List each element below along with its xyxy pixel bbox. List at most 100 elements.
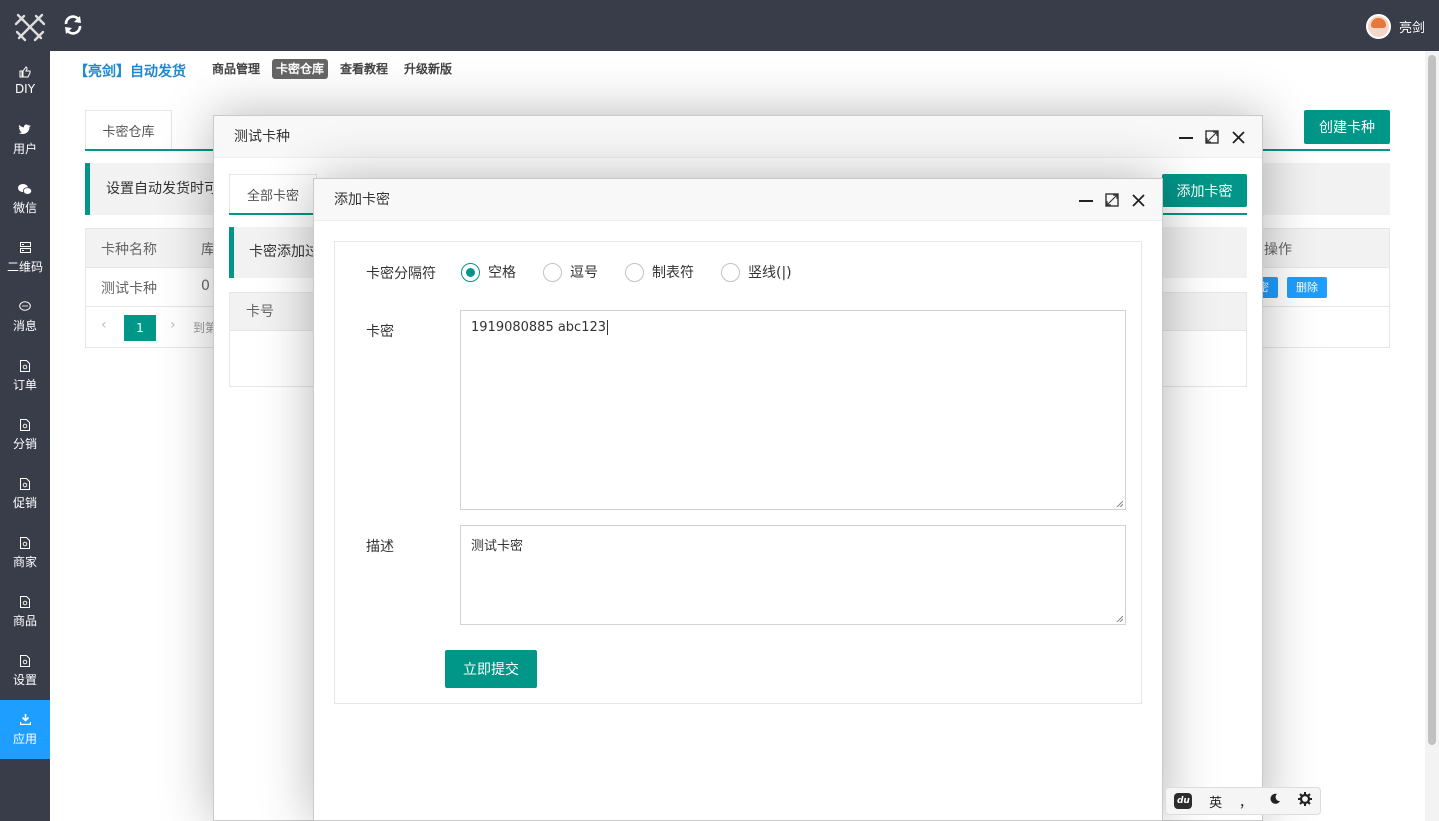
sidebar-item-wechat[interactable]: 微信 xyxy=(0,169,50,228)
brand-title[interactable]: 【亮剑】自动发货 xyxy=(74,61,186,81)
resize-grip-icon[interactable] xyxy=(1115,499,1123,507)
top-bar: 亮剑 xyxy=(0,0,1439,51)
sidebar-item-label: 用户 xyxy=(12,141,37,156)
file-icon xyxy=(18,654,32,668)
header-cell-name: 卡种名称 xyxy=(101,242,157,258)
refresh-icon[interactable] xyxy=(62,14,84,36)
qrcode-icon xyxy=(18,241,32,255)
add-card-button[interactable]: 添加卡密 xyxy=(1162,174,1247,207)
file-icon xyxy=(18,595,32,609)
sidebar: DIY 用户 微信 二维码 消息 订单 分销 促销 商家 商品 设置 应用 xyxy=(0,51,50,821)
radio-unchecked-icon xyxy=(543,262,562,282)
modal-controls xyxy=(1078,179,1146,221)
file-icon xyxy=(18,536,32,550)
radio-checked-icon xyxy=(461,262,480,282)
sidebar-item-label: 订单 xyxy=(12,377,37,392)
modal-title-bar[interactable]: 测试卡种 xyxy=(214,116,1262,158)
text-caret xyxy=(607,320,609,335)
radio-label: 逗号 xyxy=(570,265,598,281)
sidebar-item-promotion[interactable]: 促销 xyxy=(0,464,50,523)
close-icon[interactable] xyxy=(1130,192,1146,208)
sidebar-item-label: 分销 xyxy=(12,436,37,451)
cell-name: 测试卡种 xyxy=(101,281,157,297)
page-current[interactable]: 1 xyxy=(124,315,156,341)
user-menu[interactable]: 亮剑 xyxy=(1365,14,1425,39)
top-nav: 商品管理 卡密仓库 查看教程 升级新版 xyxy=(208,59,456,79)
tab-card-warehouse[interactable]: 卡密仓库 xyxy=(85,110,172,150)
sidebar-item-orders[interactable]: 订单 xyxy=(0,346,50,405)
next-page-icon[interactable]: › xyxy=(170,317,176,333)
nav-card-warehouse[interactable]: 卡密仓库 xyxy=(272,59,329,79)
user-name: 亮剑 xyxy=(1398,21,1425,36)
sidebar-item-label: 商品 xyxy=(12,613,37,628)
moon-icon[interactable] xyxy=(1269,793,1281,809)
sidebar-item-label: 消息 xyxy=(12,318,37,333)
radio-unchecked-icon xyxy=(625,262,644,282)
file-icon xyxy=(18,477,32,491)
message-icon xyxy=(18,300,32,314)
nav-tutorial[interactable]: 查看教程 xyxy=(336,59,392,79)
sidebar-item-label: 商家 xyxy=(12,554,37,569)
gear-icon[interactable] xyxy=(1297,792,1312,810)
cell-stock: 0 xyxy=(201,278,210,294)
minimize-icon[interactable] xyxy=(1178,129,1194,145)
sidebar-item-label: DIY xyxy=(14,82,36,96)
sidebar-item-messages[interactable]: 消息 xyxy=(0,287,50,346)
sidebar-item-settings[interactable]: 设置 xyxy=(0,641,50,700)
ime-mode[interactable]: 英 xyxy=(1209,792,1222,811)
baidu-ime-icon[interactable]: du xyxy=(1174,793,1193,809)
sidebar-item-label: 设置 xyxy=(12,672,37,687)
resize-grip-icon[interactable] xyxy=(1115,614,1123,622)
file-icon xyxy=(18,359,32,373)
row-delete-button[interactable]: 删除 xyxy=(1287,277,1327,298)
description-label: 描述 xyxy=(366,539,394,555)
sidebar-item-label: 二维码 xyxy=(6,259,43,274)
radio-unchecked-icon xyxy=(721,262,740,282)
page-scrollbar[interactable] xyxy=(1425,51,1439,821)
modal-title-bar[interactable]: 添加卡密 xyxy=(314,179,1162,221)
card-label: 卡密 xyxy=(366,324,394,340)
twitter-icon xyxy=(18,123,32,137)
avatar xyxy=(1365,14,1391,39)
minimize-icon[interactable] xyxy=(1078,192,1094,208)
sidebar-item-products[interactable]: 商品 xyxy=(0,582,50,641)
ime-punctuation[interactable]: ， xyxy=(1239,792,1252,811)
submit-button[interactable]: 立即提交 xyxy=(445,650,537,688)
add-card-modal: 添加卡密 卡密分隔符 空格 逗号 制表符 竖线(|) 卡密 1919080885… xyxy=(313,178,1163,821)
scrollbar-thumb[interactable] xyxy=(1428,55,1436,745)
sidebar-item-diy[interactable]: DIY xyxy=(0,51,50,110)
maximize-icon[interactable] xyxy=(1104,192,1120,208)
close-icon[interactable] xyxy=(1230,129,1246,145)
maximize-icon[interactable] xyxy=(1204,129,1220,145)
sidebar-item-apps[interactable]: 应用 xyxy=(0,700,50,759)
tab-all-cards[interactable]: 全部卡密 xyxy=(229,174,317,214)
file-icon xyxy=(18,418,32,432)
sidebar-item-distribution[interactable]: 分销 xyxy=(0,405,50,464)
ime-toolbar: du 英 ， xyxy=(1165,787,1321,815)
header-cell-actions: 操作 xyxy=(1264,242,1292,258)
create-card-type-button[interactable]: 创建卡种 xyxy=(1304,110,1390,144)
radio-label: 制表符 xyxy=(652,265,694,281)
nav-upgrade[interactable]: 升级新版 xyxy=(400,59,456,79)
radio-label: 空格 xyxy=(488,265,516,281)
card-textarea[interactable]: 1919080885 abc123 xyxy=(460,310,1126,510)
radio-label: 竖线(|) xyxy=(748,265,792,281)
sidebar-item-qrcode[interactable]: 二维码 xyxy=(0,228,50,287)
separator-space-radio[interactable]: 空格 xyxy=(461,262,516,282)
crossed-swords-logo-icon[interactable] xyxy=(14,12,46,42)
description-textarea[interactable]: 测试卡密 xyxy=(460,525,1126,625)
separator-pipe-radio[interactable]: 竖线(|) xyxy=(721,262,792,282)
download-icon xyxy=(18,713,32,727)
sidebar-item-label: 应用 xyxy=(12,731,37,746)
sidebar-item-merchants[interactable]: 商家 xyxy=(0,523,50,582)
wechat-icon xyxy=(18,182,32,196)
separator-comma-radio[interactable]: 逗号 xyxy=(543,262,598,282)
description-text: 测试卡密 xyxy=(471,539,524,554)
modal-title: 测试卡种 xyxy=(234,129,290,145)
separator-tab-radio[interactable]: 制表符 xyxy=(625,262,694,282)
sidebar-item-users[interactable]: 用户 xyxy=(0,110,50,169)
separator-label: 卡密分隔符 xyxy=(366,266,436,282)
prev-page-icon[interactable]: ‹ xyxy=(101,317,107,333)
nav-product-management[interactable]: 商品管理 xyxy=(208,59,264,79)
add-card-form: 卡密分隔符 空格 逗号 制表符 竖线(|) 卡密 1919080885 abc1… xyxy=(334,241,1142,704)
